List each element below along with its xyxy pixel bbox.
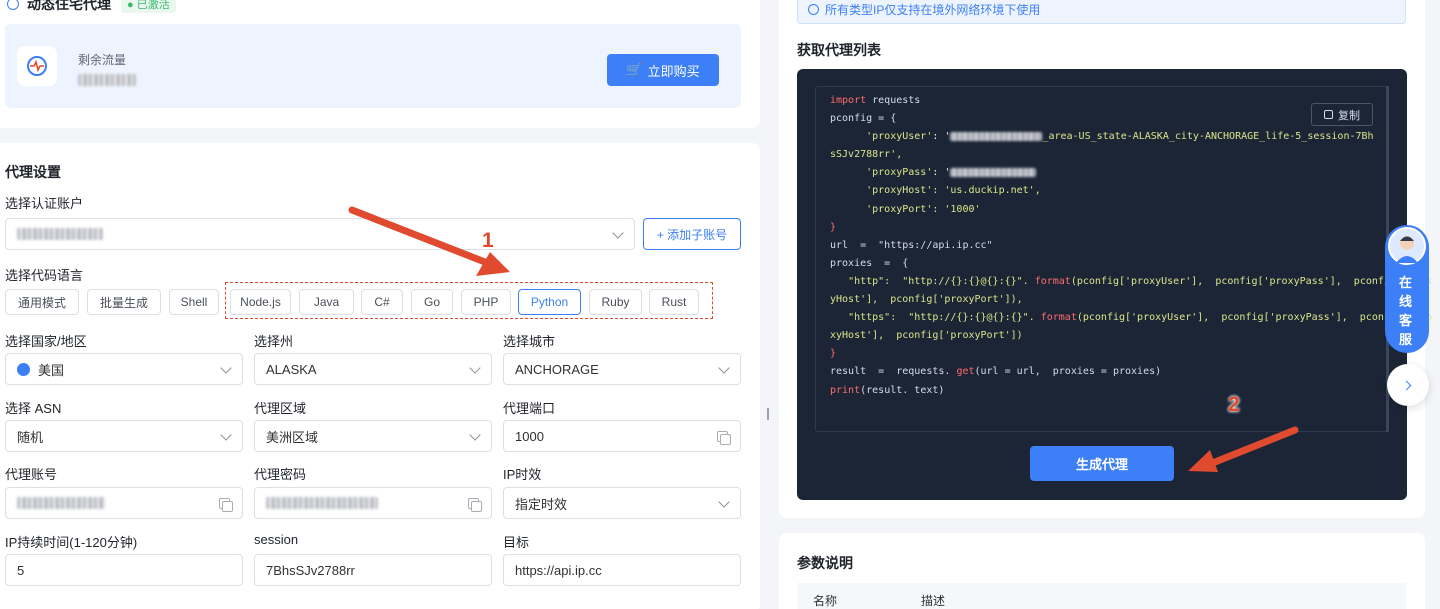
- chevron-down-icon: [469, 362, 481, 374]
- region-select[interactable]: 美洲区域: [254, 420, 492, 452]
- params-table-header: 名称 描述: [797, 583, 1406, 609]
- code-block: import requests pconfig = { 'proxyUser':…: [830, 95, 1433, 396]
- country-label: 选择国家/地区: [5, 334, 87, 349]
- target-label: 目标: [503, 535, 530, 550]
- region-label: 代理区域: [254, 401, 307, 416]
- state-select[interactable]: ALASKA: [254, 353, 492, 385]
- globe-icon: [17, 362, 30, 376]
- chevron-down-icon: [718, 362, 730, 374]
- session-label: session: [254, 532, 299, 547]
- traffic-panel: 剩余流量 🛒 立即购买: [5, 24, 741, 108]
- support-avatar: [1388, 227, 1426, 265]
- chevron-down-icon: [220, 362, 232, 374]
- proxy-pass-field[interactable]: [254, 487, 492, 519]
- target-input[interactable]: https://api.ip.cc: [503, 554, 741, 586]
- globe-icon: [7, 0, 19, 10]
- chevron-down-icon: [469, 429, 481, 441]
- state-label: 选择州: [254, 334, 294, 349]
- chevron-down-icon: [612, 227, 624, 239]
- online-support-widget[interactable]: 在线客服: [1385, 225, 1429, 353]
- cart-icon: 🛒: [626, 62, 643, 77]
- info-icon: [808, 3, 819, 15]
- traffic-card: 动态住宅代理 ● 已激活 剩余流量 🛒 立即购买: [0, 0, 760, 128]
- user-label: 代理账号: [5, 467, 58, 482]
- proxy-user-value: [17, 497, 105, 509]
- support-expand-button[interactable]: [1387, 364, 1429, 406]
- chevron-down-icon: [220, 429, 232, 441]
- mode-batch[interactable]: 批量生成: [87, 289, 161, 315]
- copy-icon[interactable]: [219, 498, 233, 512]
- mode-shell[interactable]: Shell: [169, 289, 219, 315]
- params-col-desc: 描述: [921, 594, 946, 608]
- city-select[interactable]: ANCHORAGE: [503, 353, 741, 385]
- pulse-icon: [17, 46, 57, 86]
- ip-validity-select[interactable]: 指定时效: [503, 487, 741, 519]
- account-value: [17, 228, 103, 240]
- port-label: 代理端口: [503, 401, 556, 416]
- resize-handle[interactable]: [767, 408, 769, 420]
- redacted-user: [950, 131, 1043, 141]
- annotation-arrow-2: [1188, 426, 1299, 472]
- annotation-marker-1: 1: [482, 229, 494, 252]
- proxy-user-field[interactable]: [5, 487, 243, 519]
- generate-proxy-button[interactable]: 生成代理: [1030, 446, 1174, 481]
- asn-select[interactable]: 随机: [5, 420, 243, 452]
- header-row: 动态住宅代理 ● 已激活: [7, 0, 176, 14]
- traffic-value: [78, 74, 136, 86]
- add-sub-account-button[interactable]: + 添加子账号: [643, 218, 741, 250]
- traffic-label: 剩余流量: [78, 53, 127, 67]
- chevron-down-icon: [718, 496, 730, 508]
- chevron-right-icon: [1401, 380, 1412, 390]
- ip-validity-label: IP时效: [503, 467, 542, 482]
- annotation-marker-2: 2: [1228, 393, 1240, 416]
- settings-title: 代理设置: [5, 164, 61, 180]
- language-label: 选择代码语言: [5, 268, 84, 283]
- copy-icon[interactable]: [468, 498, 482, 512]
- duration-input[interactable]: 5: [5, 554, 243, 586]
- proxy-list-title: 获取代理列表: [797, 42, 881, 58]
- params-title: 参数说明: [797, 555, 853, 571]
- pass-label: 代理密码: [254, 467, 307, 482]
- buy-button[interactable]: 🛒 立即购买: [607, 54, 719, 86]
- copy-icon: [1324, 110, 1333, 119]
- port-field[interactable]: 1000: [503, 420, 741, 452]
- copy-icon[interactable]: [717, 431, 731, 445]
- proxy-pass-value: [266, 497, 378, 509]
- params-col-name: 名称: [813, 594, 838, 608]
- asn-label: 选择 ASN: [5, 401, 62, 416]
- annotation-arrow-1: [348, 206, 510, 276]
- support-label: 在线客服: [1399, 275, 1413, 347]
- account-label: 选择认证账户: [5, 196, 84, 211]
- country-select[interactable]: 美国: [5, 353, 243, 385]
- city-label: 选择城市: [503, 334, 556, 349]
- redacted-pass: [950, 167, 1037, 177]
- mode-general[interactable]: 通用模式: [5, 289, 79, 315]
- account-select[interactable]: [5, 218, 635, 250]
- page-title: 动态住宅代理: [27, 0, 111, 12]
- duration-label: IP持续时间(1-120分钟): [5, 535, 138, 550]
- notice-bar: 所有类型IP仅支持在境外网络环境下使用: [797, 0, 1406, 24]
- copy-code-button[interactable]: 复制: [1311, 103, 1373, 126]
- session-input[interactable]: 7BhsSJv2788rr: [254, 554, 492, 586]
- language-highlight-box: [225, 282, 713, 319]
- status-badge: ● 已激活: [121, 0, 176, 13]
